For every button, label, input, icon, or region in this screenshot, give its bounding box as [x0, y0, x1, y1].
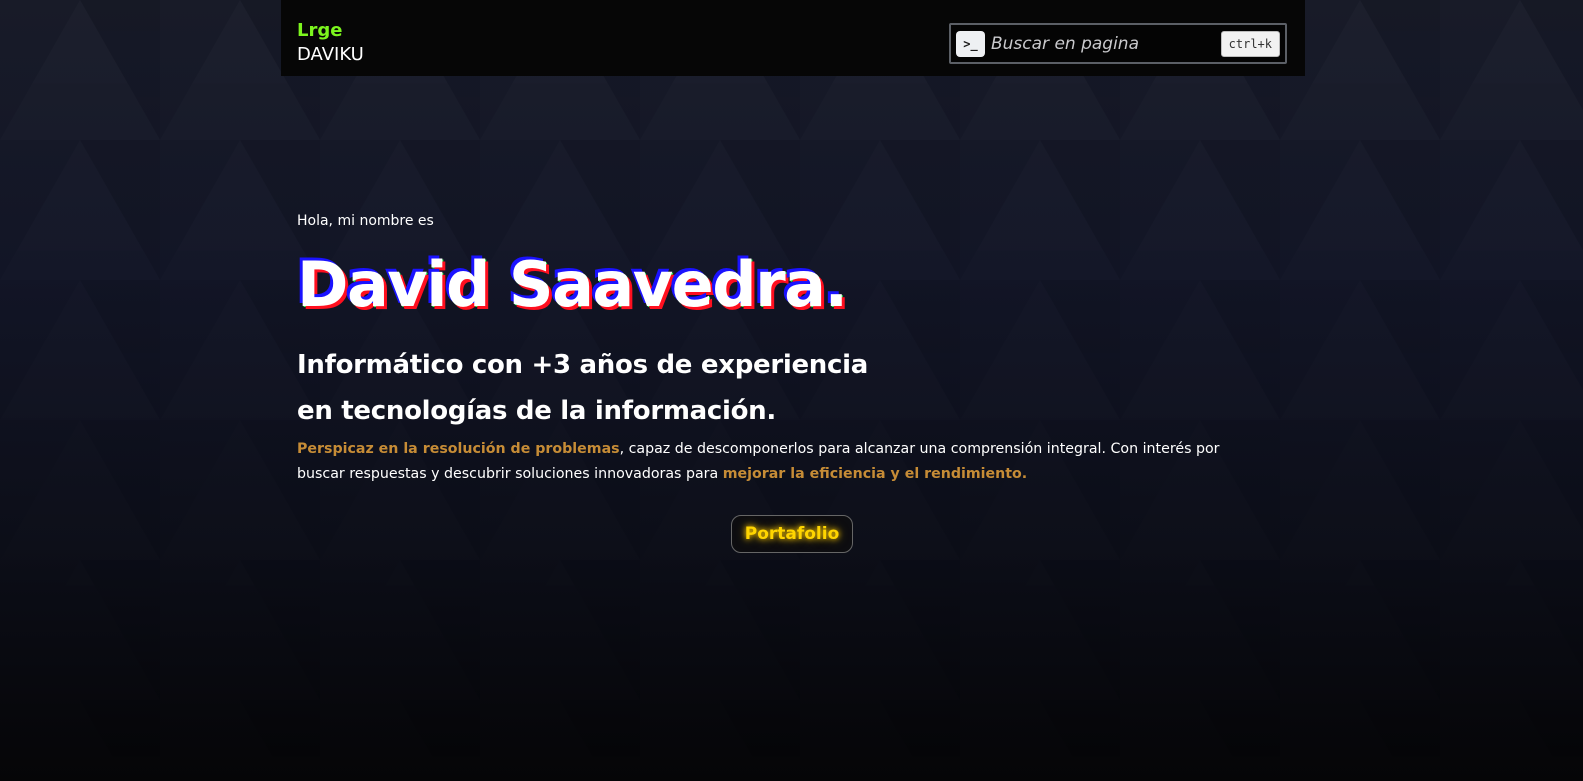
greeting-text: Hola, mi nombre es [297, 213, 434, 229]
brand-tag: Lrge [297, 20, 343, 41]
description-highlight-2: mejorar la eficiencia y el rendimiento. [722, 466, 1028, 482]
top-navbar: Lrge DAVIKU >_ Buscar en pagina ctrl+k [281, 0, 1305, 76]
description-highlight-1: Perspicaz en la resolución de problemas [297, 441, 620, 457]
search-shortcut-hint: ctrl+k [1220, 30, 1280, 57]
search-box[interactable]: >_ Buscar en pagina ctrl+k [949, 23, 1287, 64]
subtitle-line-2: en tecnologías de la información. [297, 396, 776, 426]
portfolio-button[interactable]: Portafolio [731, 515, 853, 553]
hero-name: David Saavedra. [297, 248, 848, 321]
brand-logo[interactable]: Lrge DAVIKU [297, 20, 364, 66]
search-placeholder: Buscar en pagina [991, 33, 1140, 54]
terminal-icon: >_ [956, 30, 985, 57]
hero-description: Perspicaz en la resolución de problemas,… [297, 437, 1232, 487]
hero-subtitle: Informático con +3 años de experiencia e… [297, 342, 868, 434]
brand-name: DAVIKU [297, 44, 364, 65]
subtitle-line-1: Informático con +3 años de experiencia [297, 350, 868, 380]
